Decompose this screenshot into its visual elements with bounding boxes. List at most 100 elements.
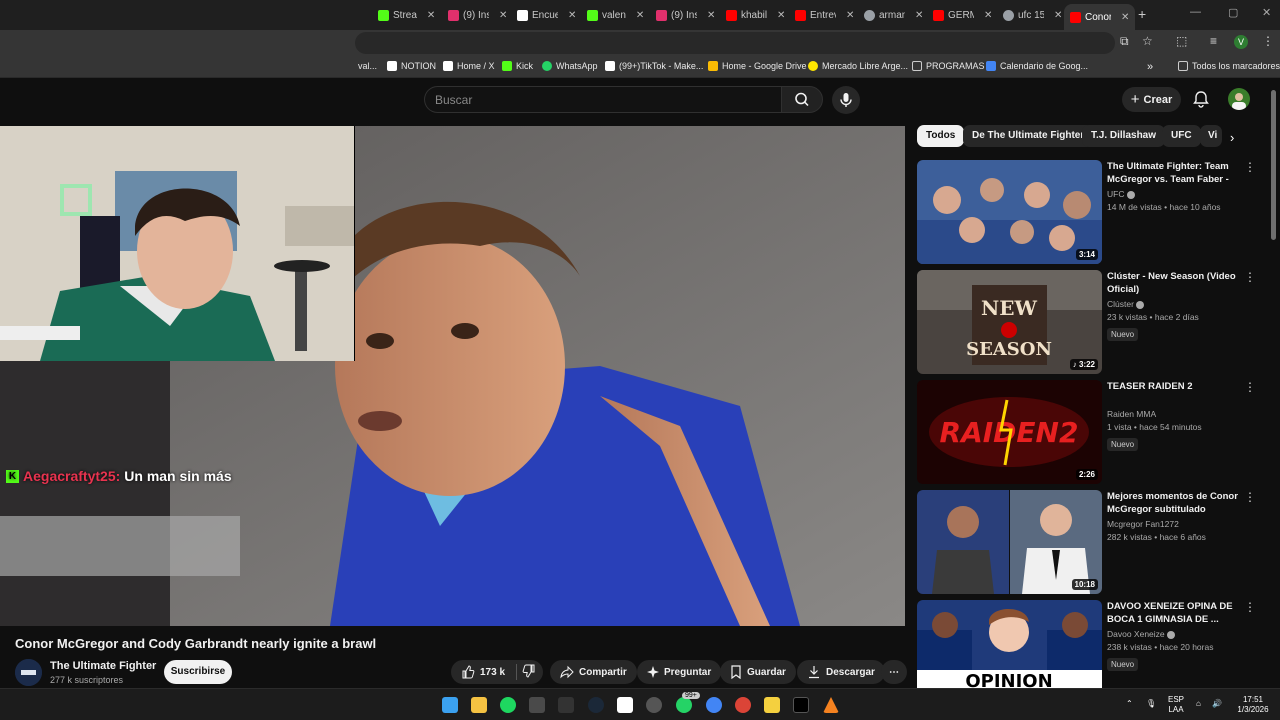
- reading-list-icon[interactable]: ≡: [1210, 34, 1217, 48]
- epic-games-icon[interactable]: [558, 697, 574, 713]
- tab-active-conor[interactable]: Conor ✕: [1064, 4, 1136, 30]
- page-scrollbar[interactable]: [1271, 90, 1276, 240]
- bookmarks-overflow[interactable]: »: [1147, 61, 1153, 73]
- chrome-profile-icon[interactable]: [735, 697, 751, 713]
- subscribe-button[interactable]: Suscribirse: [164, 660, 232, 684]
- bookmark-7[interactable]: Home - Google Drive: [708, 61, 807, 71]
- rec-title[interactable]: The Ultimate Fighter: Team McGregor vs. …: [1107, 160, 1243, 186]
- tiktok-icon[interactable]: [793, 697, 809, 713]
- close-tab-icon[interactable]: ✕: [499, 10, 507, 21]
- more-vert-icon[interactable]: ⋮: [1244, 160, 1256, 174]
- tab-5[interactable]: (9) Ins ✕: [656, 4, 715, 26]
- close-tab-icon[interactable]: ✕: [568, 10, 576, 21]
- channel-name[interactable]: The Ultimate Fighter: [50, 660, 156, 672]
- tab-4[interactable]: valen ✕: [587, 4, 644, 26]
- clock[interactable]: 17:51 1/3/2026: [1233, 695, 1273, 715]
- spotify-icon[interactable]: [500, 697, 516, 713]
- recommendation-item[interactable]: NEW SEASON ♪ 3:22 Clúster - New Season (…: [917, 270, 1262, 375]
- more-vert-icon[interactable]: ⋮: [1244, 380, 1256, 394]
- chevron-right-icon[interactable]: ›: [1230, 130, 1234, 145]
- bookmark-star-icon[interactable]: ☆: [1142, 34, 1153, 48]
- maximize-icon[interactable]: ▢: [1228, 6, 1238, 19]
- close-tab-icon[interactable]: ✕: [1054, 10, 1062, 21]
- obs-icon[interactable]: [646, 697, 662, 713]
- bookmark-6[interactable]: (99+)TikTok - Make...: [605, 61, 703, 71]
- windows-start-icon[interactable]: [442, 697, 458, 713]
- cast-icon[interactable]: ⧉: [1120, 34, 1129, 49]
- minimize-icon[interactable]: —: [1190, 6, 1201, 18]
- rec-title[interactable]: Mejores momentos de Conor McGregor subti…: [1107, 490, 1243, 516]
- recommendation-item[interactable]: RAIDEN2 2:26 TEASER RAIDEN 2 Raiden MMA …: [917, 380, 1262, 485]
- video-thumbnail[interactable]: OPINION: [917, 600, 1102, 688]
- recommendation-item[interactable]: OPINION DAVOO XENEIZE OPINA DE BOCA 1 GI…: [917, 600, 1262, 688]
- volume-icon[interactable]: 🔊: [1212, 699, 1222, 709]
- address-bar[interactable]: [355, 32, 1115, 54]
- chip-tuf[interactable]: De The Ultimate Fighter: [963, 125, 1094, 147]
- window-close-icon[interactable]: ✕: [1262, 6, 1271, 19]
- close-tab-icon[interactable]: ✕: [636, 10, 644, 21]
- vlc-icon[interactable]: [823, 697, 839, 713]
- steam-icon[interactable]: [588, 697, 604, 713]
- notifications-button[interactable]: [1191, 89, 1211, 114]
- close-tab-icon[interactable]: ✕: [1121, 12, 1129, 23]
- chip-dillashaw[interactable]: T.J. Dillashaw: [1082, 125, 1166, 147]
- notes-icon[interactable]: [764, 697, 780, 713]
- close-tab-icon[interactable]: ✕: [915, 10, 923, 21]
- video-thumbnail[interactable]: 10:18: [917, 490, 1102, 594]
- more-actions-button[interactable]: ⋯: [881, 660, 907, 684]
- rec-channel[interactable]: Mcgregor Fan1272: [1107, 519, 1179, 529]
- rec-channel[interactable]: Raiden MMA: [1107, 409, 1156, 419]
- rec-title[interactable]: TEASER RAIDEN 2: [1107, 380, 1243, 393]
- tab-7[interactable]: Entrev✕: [795, 4, 854, 26]
- search-input[interactable]: Buscar: [424, 86, 781, 113]
- close-tab-icon[interactable]: ✕: [984, 10, 992, 21]
- create-button[interactable]: + Crear: [1122, 87, 1181, 112]
- profile-avatar[interactable]: V: [1234, 35, 1248, 49]
- browser-menu-icon[interactable]: ⋮: [1262, 34, 1274, 48]
- share-button[interactable]: Compartir: [550, 660, 637, 684]
- close-tab-icon[interactable]: ✕: [707, 10, 715, 21]
- input-language[interactable]: ESP LAA: [1168, 695, 1184, 715]
- bookmark-4[interactable]: Kick: [502, 61, 533, 71]
- file-explorer-icon[interactable]: [471, 697, 487, 713]
- video-player[interactable]: K Aegacraftyt25: Un man sin más: [0, 126, 905, 626]
- tab-1[interactable]: Strea ✕: [378, 4, 435, 26]
- microphone-icon[interactable]: 🎙: [1146, 699, 1156, 709]
- recommendation-item[interactable]: 3:14 The Ultimate Fighter: Team McGregor…: [917, 160, 1262, 265]
- chevron-up-icon[interactable]: ⌃: [1126, 699, 1133, 709]
- more-vert-icon[interactable]: ⋮: [1244, 490, 1256, 504]
- tab-9[interactable]: GERM ✕: [933, 4, 992, 26]
- save-button[interactable]: Guardar: [720, 660, 796, 684]
- network-icon[interactable]: ⌂: [1196, 699, 1201, 709]
- whatsapp-icon[interactable]: [676, 697, 692, 713]
- bookmark-3[interactable]: Home / X: [443, 61, 495, 71]
- close-tab-icon[interactable]: ✕: [777, 10, 785, 21]
- account-avatar[interactable]: [1228, 88, 1250, 110]
- chrome-icon[interactable]: [706, 697, 722, 713]
- like-button[interactable]: 173 k: [461, 665, 505, 679]
- rec-title[interactable]: Clúster - New Season (Video Oficial): [1107, 270, 1243, 296]
- tab-3[interactable]: Encue ✕: [517, 4, 576, 26]
- bookmark-1[interactable]: val...: [358, 61, 377, 71]
- tab-2[interactable]: (9) Ins ✕: [448, 4, 507, 26]
- bookmark-folder-programas[interactable]: PROGRAMAS: [912, 61, 985, 71]
- rec-title[interactable]: DAVOO XENEIZE OPINA DE BOCA 1 GIMNASIA D…: [1107, 600, 1243, 626]
- tab-10[interactable]: ufc 15 ✕: [1003, 4, 1062, 26]
- video-thumbnail[interactable]: 3:14: [917, 160, 1102, 264]
- more-vert-icon[interactable]: ⋮: [1244, 270, 1256, 284]
- download-button[interactable]: Descargar: [797, 660, 885, 684]
- bookmark-10[interactable]: Calendario de Goog...: [986, 61, 1088, 71]
- all-bookmarks[interactable]: Todos los marcadores: [1178, 61, 1280, 71]
- chip-more[interactable]: Vi: [1200, 125, 1222, 147]
- chip-ufc[interactable]: UFC: [1162, 125, 1201, 147]
- store-icon[interactable]: [529, 697, 545, 713]
- recommendation-item[interactable]: 10:18 Mejores momentos de Conor McGregor…: [917, 490, 1262, 595]
- video-thumbnail[interactable]: NEW SEASON ♪ 3:22: [917, 270, 1102, 374]
- rec-channel[interactable]: Davoo Xeneize: [1107, 629, 1176, 639]
- bookmark-8[interactable]: Mercado Libre Arge...: [808, 61, 908, 71]
- bookmark-5[interactable]: WhatsApp: [542, 61, 598, 71]
- chip-all[interactable]: Todos: [917, 125, 965, 147]
- dislike-button[interactable]: [522, 664, 536, 681]
- search-button[interactable]: [781, 86, 823, 113]
- bookmark-2[interactable]: NOTION: [387, 61, 436, 71]
